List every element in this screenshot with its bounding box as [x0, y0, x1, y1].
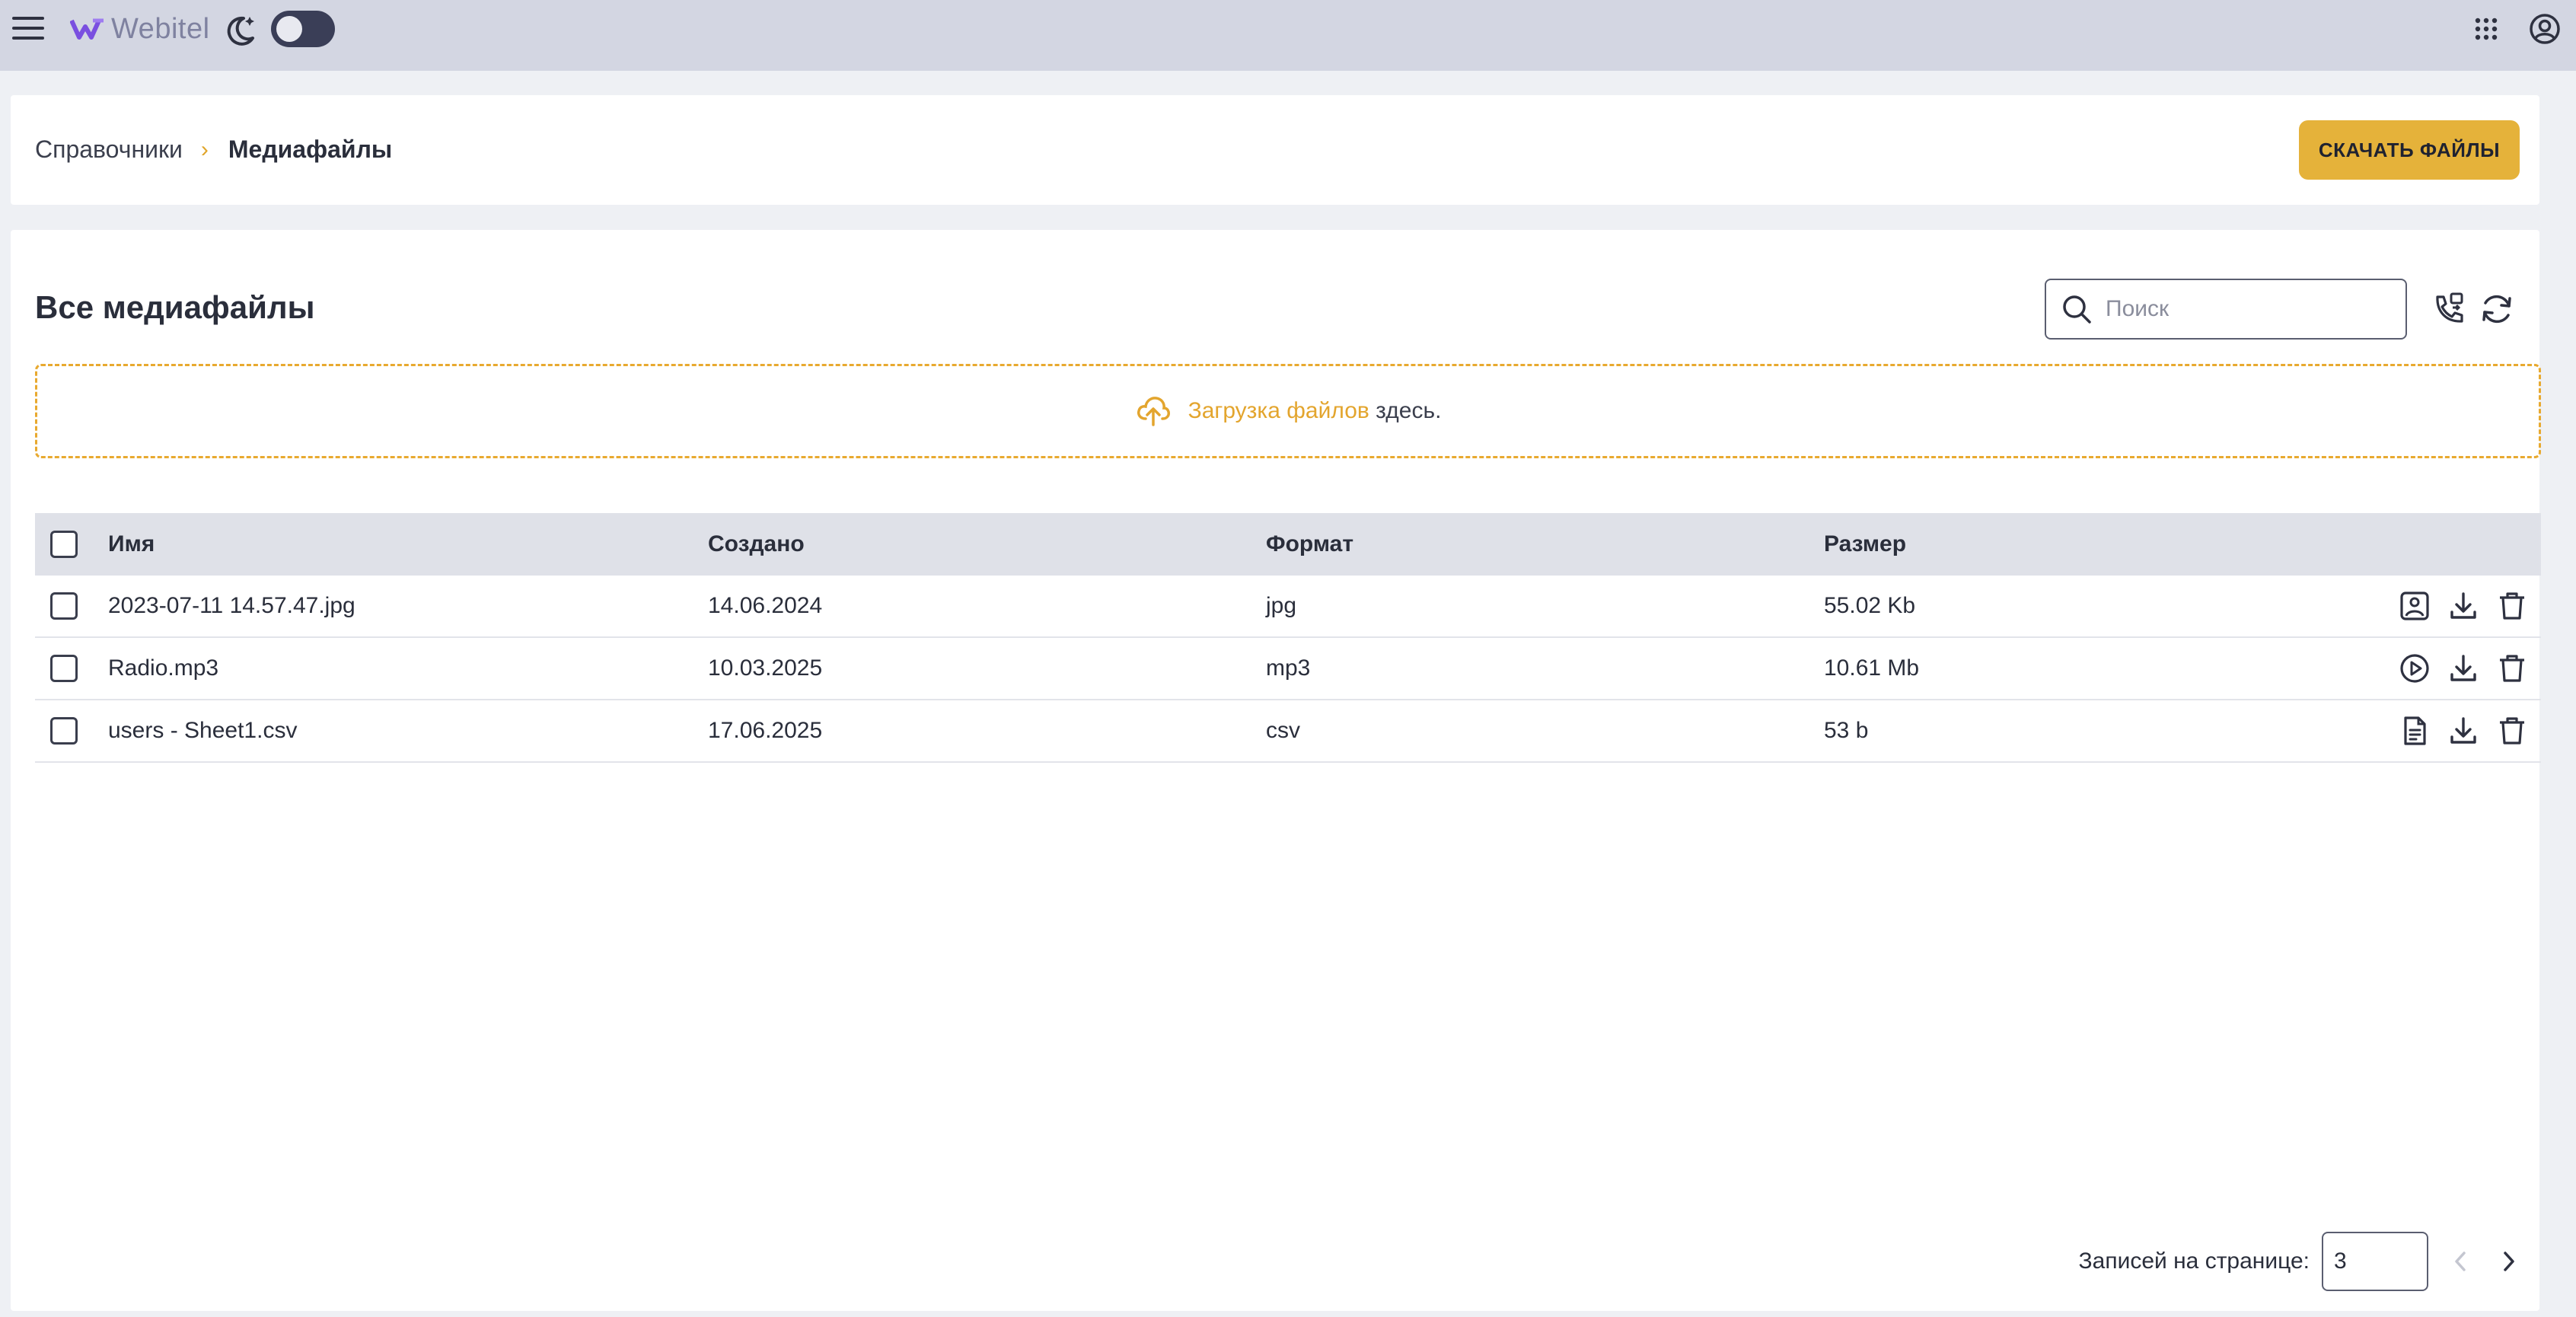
- per-page-input[interactable]: [2322, 1232, 2428, 1291]
- download-files-button[interactable]: СКАЧАТЬ ФАЙЛЫ: [2299, 120, 2520, 180]
- file-format: mp3: [1266, 655, 1311, 681]
- image-preview-icon[interactable]: [2398, 589, 2431, 623]
- file-created-date: 10.03.2025: [708, 655, 823, 681]
- delete-icon[interactable]: [2495, 714, 2529, 748]
- download-icon[interactable]: [2447, 589, 2480, 623]
- upload-files-link[interactable]: Загрузка файлов: [1188, 398, 1369, 423]
- chevron-left-icon: [2455, 1252, 2466, 1271]
- download-icon[interactable]: [2447, 714, 2480, 748]
- media-files-panel: Все медиафайлы Загрузка файлов здесь. Им…: [11, 230, 2541, 1311]
- upload-cloud-icon: [1137, 397, 1170, 426]
- file-size: 10.61 Mb: [1824, 655, 1920, 681]
- download-icon[interactable]: [2447, 652, 2480, 685]
- row-checkbox[interactable]: [50, 655, 78, 682]
- column-header-created[interactable]: Создано: [708, 531, 805, 557]
- search-box: [2045, 279, 2407, 340]
- file-format: csv: [1266, 718, 1300, 743]
- file-format: jpg: [1266, 593, 1297, 618]
- top-bar: Webitel: [0, 0, 2576, 71]
- toggle-knob: [276, 16, 302, 42]
- logo[interactable]: Webitel: [70, 11, 210, 47]
- webitel-logo-icon: [70, 18, 104, 40]
- file-upload-dropzone[interactable]: Загрузка файлов здесь.: [35, 364, 2541, 458]
- file-created-date: 14.06.2024: [708, 593, 823, 618]
- delete-icon[interactable]: [2495, 589, 2529, 623]
- apps-grid-icon[interactable]: [2474, 17, 2498, 41]
- refresh-icon[interactable]: [2479, 291, 2515, 327]
- row-checkbox[interactable]: [50, 592, 78, 620]
- search-icon[interactable]: [2060, 292, 2093, 326]
- chevron-right-icon: [2504, 1252, 2514, 1271]
- file-size: 55.02 Kb: [1824, 593, 1916, 618]
- media-files-table: Имя Создано Формат Размер 2023-07-11 14.…: [35, 513, 2541, 763]
- document-icon[interactable]: [2398, 714, 2431, 748]
- next-page-button[interactable]: [2492, 1245, 2526, 1278]
- breadcrumb: Справочники › Медиафайлы: [35, 136, 392, 164]
- delete-icon[interactable]: [2495, 652, 2529, 685]
- theme-toggle[interactable]: [271, 11, 335, 47]
- breadcrumb-current: Медиафайлы: [228, 136, 393, 163]
- column-header-format[interactable]: Формат: [1266, 531, 1353, 557]
- column-header-name[interactable]: Имя: [108, 531, 155, 557]
- menu-icon[interactable]: [12, 14, 44, 43]
- page-title: Все медиафайлы: [35, 289, 315, 325]
- call-history-icon[interactable]: [2430, 291, 2466, 327]
- page-header: Справочники › Медиафайлы СКАЧАТЬ ФАЙЛЫ: [11, 95, 2539, 205]
- table-row: 2023-07-11 14.57.47.jpg 14.06.2024 jpg 5…: [35, 576, 2541, 638]
- logo-text: Webitel: [111, 12, 210, 45]
- column-header-size[interactable]: Размер: [1824, 531, 1906, 557]
- moon-icon: [227, 16, 254, 46]
- row-actions: [2398, 652, 2529, 685]
- file-created-date: 17.06.2025: [708, 718, 823, 743]
- table-row: Radio.mp3 10.03.2025 mp3 10.61 Mb: [35, 638, 2541, 700]
- search-input[interactable]: [2106, 296, 2380, 322]
- table-header: Имя Создано Формат Размер: [35, 513, 2541, 576]
- file-name: users - Sheet1.csv: [108, 718, 298, 743]
- upload-hint-text: здесь.: [1376, 398, 1442, 423]
- file-name: 2023-07-11 14.57.47.jpg: [108, 593, 355, 618]
- user-account-icon[interactable]: [2529, 13, 2561, 45]
- prev-page-button[interactable]: [2444, 1245, 2477, 1278]
- breadcrumb-separator: ›: [200, 136, 209, 162]
- play-icon[interactable]: [2398, 652, 2431, 685]
- file-size: 53 b: [1824, 718, 1869, 743]
- row-actions: [2398, 714, 2529, 748]
- breadcrumb-parent-link[interactable]: Справочники: [35, 136, 183, 164]
- row-checkbox[interactable]: [50, 717, 78, 745]
- table-row: users - Sheet1.csv 17.06.2025 csv 53 b: [35, 700, 2541, 763]
- row-actions: [2398, 589, 2529, 623]
- file-name: Radio.mp3: [108, 655, 219, 681]
- per-page-label: Записей на странице:: [2078, 1248, 2310, 1274]
- pagination: Записей на странице:: [2079, 1232, 2526, 1291]
- select-all-checkbox[interactable]: [50, 531, 78, 558]
